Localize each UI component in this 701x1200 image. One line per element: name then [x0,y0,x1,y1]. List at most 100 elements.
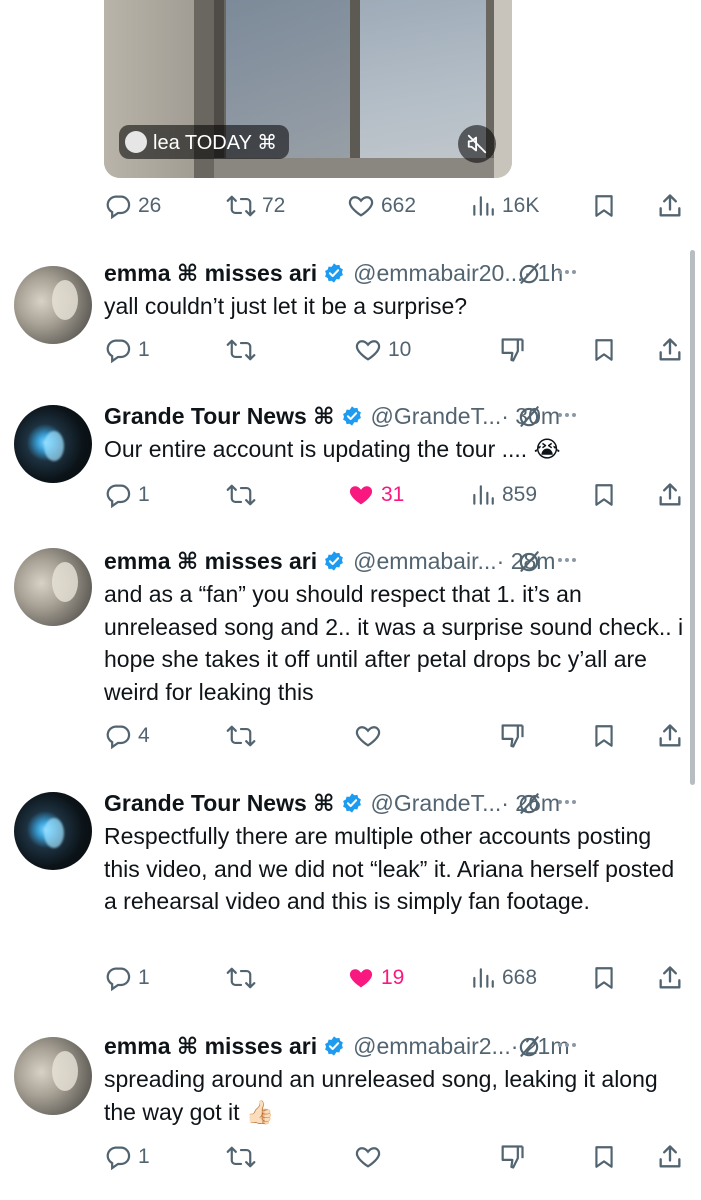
like-button[interactable]: 31 [347,475,404,515]
username[interactable]: @emmabair2... [353,1033,511,1060]
reply-button[interactable]: 1 [104,330,150,370]
grok-icon[interactable] [516,789,542,817]
avatar[interactable] [14,792,92,870]
video-account-label[interactable]: lea TODAY ⌘ [119,125,290,159]
bookmark-icon [595,1146,613,1168]
share-button[interactable] [656,1137,684,1177]
views-chart-icon [473,485,494,505]
like-count: 19 [381,966,405,989]
tweet-text: and as a “fan” you should respect that 1… [104,581,684,705]
username[interactable]: @emmabair20... [353,260,523,287]
bookmark-icon [595,725,613,747]
avatar[interactable] [14,548,92,626]
share-button[interactable] [656,958,684,998]
tweet-header: Grande Tour News ⌘ @GrandeT... · 26m [104,788,684,818]
share-button[interactable] [656,475,684,515]
grok-icon[interactable] [516,259,542,287]
reply-button[interactable]: 1 [104,475,150,515]
display-name[interactable]: Grande Tour News ⌘ [104,790,335,817]
tweet-actions: 1 19 668 [0,958,701,998]
avatar[interactable] [14,405,92,483]
more-options-icon[interactable] [558,1043,576,1047]
reply-button[interactable]: 26 [104,186,161,226]
like-button[interactable]: 662 [347,186,416,226]
views-button[interactable]: 859 [470,475,537,515]
like-button[interactable]: 10 [354,330,411,370]
username[interactable]: @GrandeT... [371,403,502,430]
grok-icon[interactable] [516,1032,542,1060]
repost-button[interactable]: 72 [226,186,285,226]
views-button[interactable]: 16K [470,186,539,226]
reply-icon [106,195,131,220]
bookmark-icon [595,195,613,217]
bookmark-icon [595,339,613,361]
reply-button[interactable]: 1 [104,1137,150,1177]
display-name[interactable]: emma ⌘ misses ari [104,548,317,575]
bookmark-button[interactable] [591,475,617,515]
tweet-header: emma ⌘ misses ari @emmabair20... · 1h [104,258,684,288]
dislike-button[interactable] [498,1137,526,1177]
reply-count: 4 [138,724,150,747]
bookmark-icon [595,967,613,989]
views-button[interactable]: 668 [470,958,537,998]
bookmark-button[interactable] [591,958,617,998]
reply-count: 1 [138,483,150,506]
video-media[interactable]: lea TODAY ⌘ [104,0,512,178]
top-tweet-actions: 26 72 662 16K [0,186,701,226]
reply-count: 1 [138,1145,150,1168]
dislike-button[interactable] [498,330,526,370]
share-button[interactable] [656,186,684,226]
thumbs-down-icon [501,338,524,362]
tweet-actions: 1 10 [0,330,701,370]
heart-icon [348,196,374,217]
more-options-icon[interactable] [558,800,576,804]
repost-button[interactable] [226,475,256,515]
tweet-text: spreading around an unreleased song, lea… [104,1066,658,1125]
grok-icon[interactable] [516,547,542,575]
scrollbar[interactable] [690,250,695,785]
like-button[interactable]: 19 [347,958,404,998]
repost-button[interactable] [226,1137,256,1177]
repost-button[interactable] [226,958,256,998]
reply-icon [106,967,131,992]
repost-button[interactable] [226,716,256,756]
bookmark-button[interactable] [591,716,617,756]
like-button[interactable] [354,716,382,756]
dislike-button[interactable] [498,716,526,756]
reply-button[interactable]: 1 [104,958,150,998]
repost-icon [226,195,256,217]
heart-icon [355,340,381,361]
views-chart-icon [473,196,494,216]
video-frame-mullion [350,0,360,178]
mute-button[interactable] [458,125,496,163]
like-count: 31 [381,483,405,506]
like-button[interactable] [354,1137,382,1177]
more-options-icon[interactable] [558,413,576,417]
speaker-muted-icon [467,134,487,154]
repost-icon [226,339,256,361]
repost-icon [226,967,256,989]
views-count: 16K [502,194,540,217]
reply-button[interactable]: 4 [104,716,150,756]
bookmark-button[interactable] [591,330,617,370]
tweet-actions: 1 [0,1137,701,1177]
avatar[interactable] [14,1037,92,1115]
username[interactable]: @GrandeT... [371,790,502,817]
bookmark-button[interactable] [591,186,617,226]
username[interactable]: @emmabair... [353,548,497,575]
share-button[interactable] [656,330,684,370]
grok-icon[interactable] [516,402,542,430]
views-chart-icon [473,968,494,988]
display-name[interactable]: emma ⌘ misses ari [104,260,317,287]
more-options-icon[interactable] [558,558,576,562]
reply-count: 1 [138,338,150,361]
display-name[interactable]: emma ⌘ misses ari [104,1033,317,1060]
reply-icon [106,725,131,750]
share-button[interactable] [656,716,684,756]
more-options-icon[interactable] [558,270,576,274]
display-name[interactable]: Grande Tour News ⌘ [104,403,335,430]
bookmark-button[interactable] [591,1137,617,1177]
heart-filled-icon [349,969,373,988]
repost-button[interactable] [226,330,256,370]
reply-icon [106,484,131,509]
